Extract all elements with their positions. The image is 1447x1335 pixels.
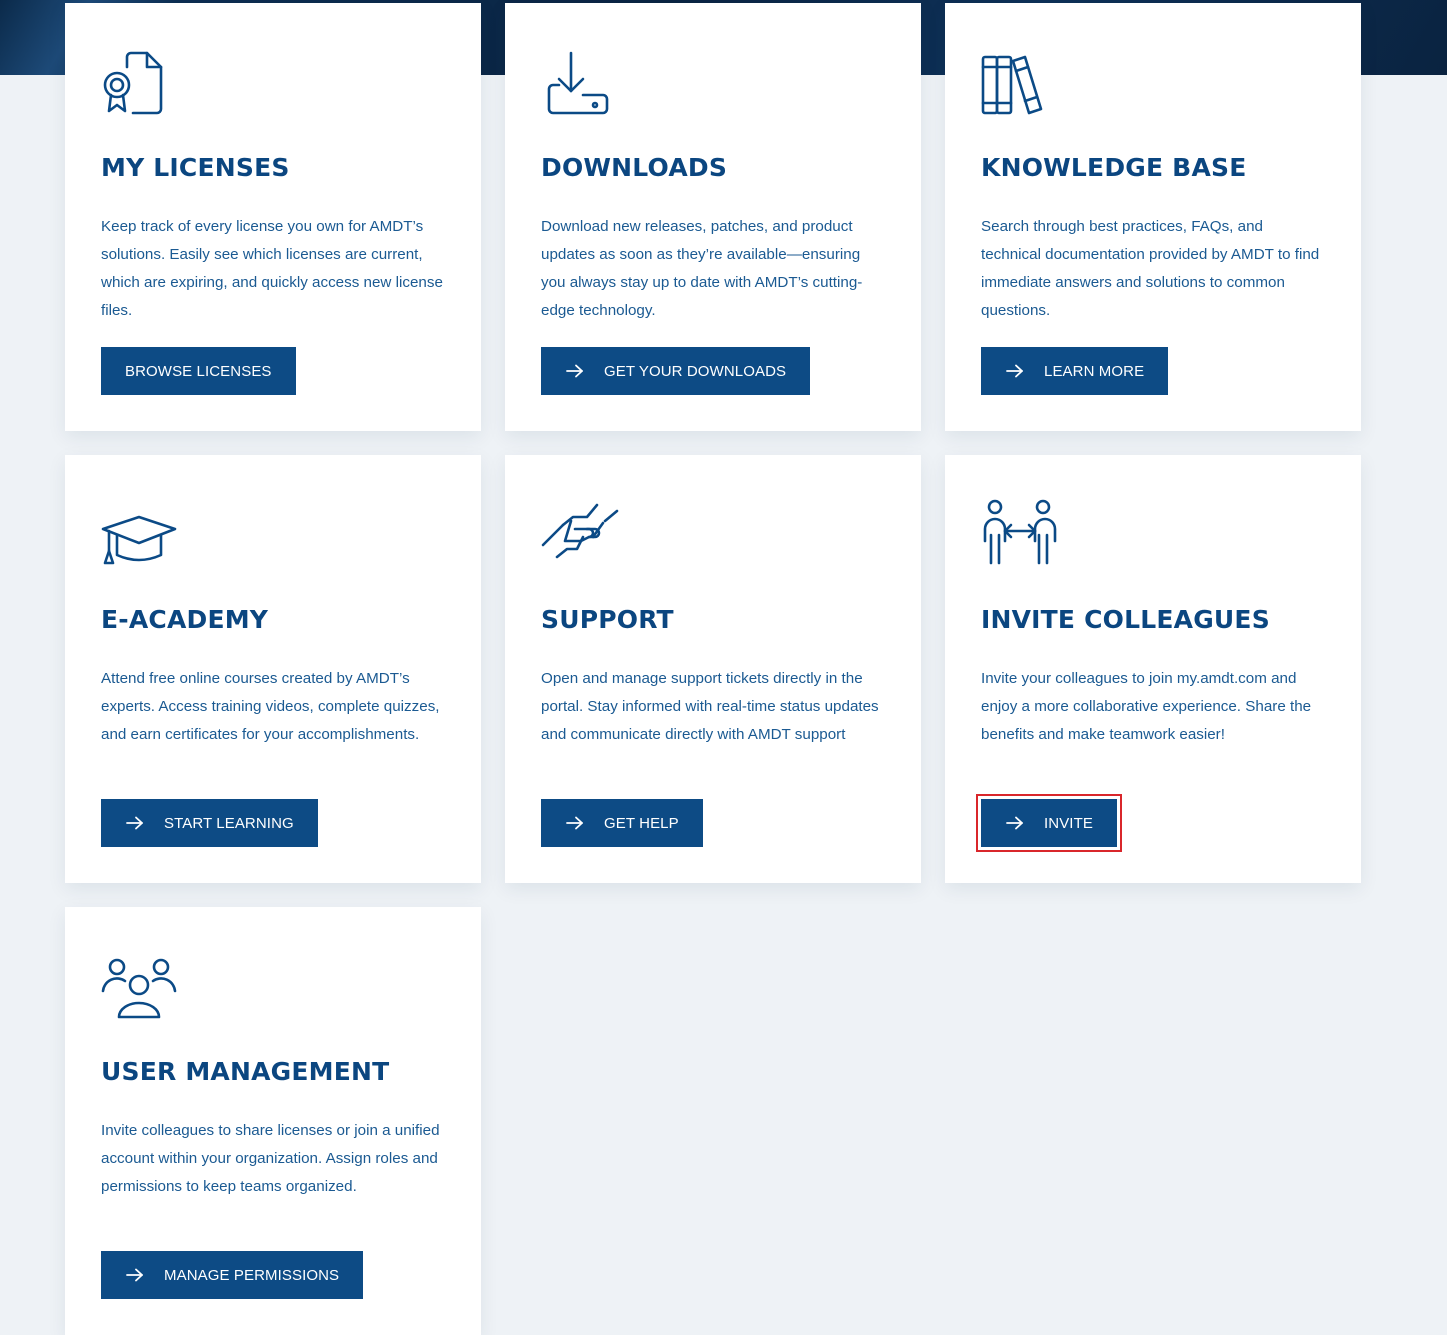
card-e-academy: E-ACADEMY Attend free online courses cre…	[65, 455, 481, 883]
button-label: GET HELP	[604, 814, 679, 832]
get-help-button[interactable]: GET HELP	[541, 799, 703, 847]
card-description: Open and manage support tickets directly…	[541, 670, 879, 743]
license-certificate-icon	[101, 39, 179, 117]
button-label: BROWSE LICENSES	[125, 362, 272, 380]
card-description: Attend free online courses created by AM…	[101, 670, 440, 743]
dashboard-card-grid: MY LICENSES Keep track of every license …	[65, 3, 1361, 1335]
card-title: DOWNLOADS	[541, 153, 728, 182]
button-label: LEARN MORE	[1044, 362, 1145, 380]
arrow-right-icon	[565, 364, 585, 378]
button-label: GET YOUR DOWNLOADS	[604, 362, 787, 380]
learn-more-button[interactable]: LEARN MORE	[981, 347, 1169, 395]
arrow-right-icon	[1005, 364, 1025, 378]
card-knowledge-base: KNOWLEDGE BASE Search through best pract…	[945, 3, 1361, 431]
card-description: Keep track of every license you own for …	[101, 218, 443, 319]
card-title: INVITE COLLEAGUES	[981, 605, 1270, 634]
card-title: KNOWLEDGE BASE	[981, 153, 1247, 182]
arrow-right-icon	[565, 816, 585, 830]
card-description: Invite colleagues to share licenses or j…	[101, 1122, 440, 1195]
card-my-licenses: MY LICENSES Keep track of every license …	[65, 3, 481, 431]
arrow-right-icon	[125, 1268, 145, 1282]
card-title: USER MANAGEMENT	[101, 1057, 390, 1086]
button-label: MANAGE PERMISSIONS	[164, 1266, 340, 1284]
manage-permissions-button[interactable]: MANAGE PERMISSIONS	[101, 1251, 364, 1299]
card-title: MY LICENSES	[101, 153, 290, 182]
arrow-right-icon	[1005, 816, 1025, 830]
arrow-right-icon	[125, 816, 145, 830]
graduation-cap-icon	[101, 491, 179, 569]
button-label: INVITE	[1044, 814, 1093, 832]
card-invite-colleagues: INVITE COLLEAGUES Invite your colleagues…	[945, 455, 1361, 883]
button-label: START LEARNING	[164, 814, 294, 832]
card-description: Search through best practices, FAQs, and…	[981, 218, 1320, 319]
card-description: Invite your colleagues to join my.amdt.c…	[981, 670, 1312, 743]
card-support: SUPPORT Open and manage support tickets …	[505, 455, 921, 883]
download-icon	[541, 39, 619, 117]
card-description: Download new releases, patches, and prod…	[541, 218, 863, 319]
card-title: E-ACADEMY	[101, 605, 269, 634]
card-downloads: DOWNLOADS Download new releases, patches…	[505, 3, 921, 431]
card-user-management: USER MANAGEMENT Invite colleagues to sha…	[65, 907, 481, 1335]
people-exchange-icon	[981, 491, 1059, 569]
handshake-icon	[541, 491, 619, 569]
user-group-icon	[101, 943, 179, 1021]
start-learning-button[interactable]: START LEARNING	[101, 799, 318, 847]
card-title: SUPPORT	[541, 605, 674, 634]
browse-licenses-button[interactable]: BROWSE LICENSES	[101, 347, 296, 395]
invite-button[interactable]: INVITE	[976, 794, 1122, 852]
get-your-downloads-button[interactable]: GET YOUR DOWNLOADS	[541, 347, 811, 395]
books-icon	[981, 39, 1059, 117]
